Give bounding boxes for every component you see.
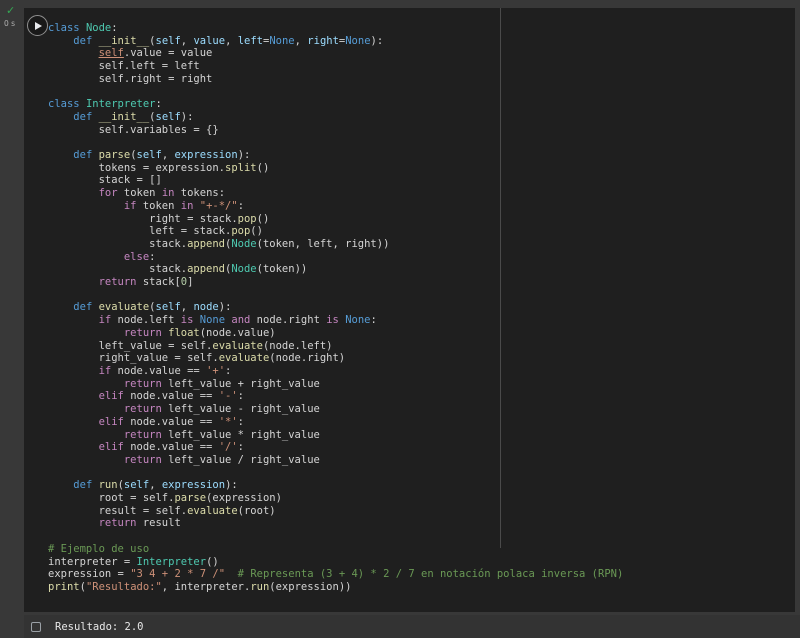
cell-gutter: ✓ 0 s [0,0,24,638]
check-icon: ✓ [6,4,15,17]
code-line: def __init__(self, value, left=None, rig… [48,35,623,48]
code-line: self.variables = {} [48,124,623,137]
code-area[interactable]: class Node: def __init__(self, value, le… [48,22,623,594]
code-line: return left_value * right_value [48,429,623,442]
code-line: stack.append(Node(token, left, right)) [48,238,623,251]
code-line: class Node: [48,22,623,35]
code-line [48,289,623,302]
code-line: result = self.evaluate(root) [48,505,623,518]
code-line: expression = "3 4 + 2 * 7 /" # Represent… [48,568,623,581]
code-line [48,86,623,99]
output-area: Resultado: 2.0 [24,615,800,638]
code-line: elif node.value == '-': [48,390,623,403]
code-line: elif node.value == '*': [48,416,623,429]
output-terminal-icon [31,622,41,632]
execution-duration: 0 s [4,19,15,28]
code-line: else: [48,251,623,264]
code-line [48,467,623,480]
code-line: return left_value - right_value [48,403,623,416]
code-line: return stack[0] [48,276,623,289]
code-line: def run(self, expression): [48,479,623,492]
code-line: if token in "+-*/": [48,200,623,213]
code-line: def parse(self, expression): [48,149,623,162]
code-line: class Interpreter: [48,98,623,111]
code-line: right = stack.pop() [48,213,623,226]
code-line: self.left = left [48,60,623,73]
code-line: return left_value / right_value [48,454,623,467]
code-line: tokens = expression.split() [48,162,623,175]
code-line: stack.append(Node(token)) [48,263,623,276]
code-line: return result [48,517,623,530]
code-line: for token in tokens: [48,187,623,200]
code-line: return left_value + right_value [48,378,623,391]
code-line: def __init__(self): [48,111,623,124]
code-line: self.value = value [48,47,623,60]
code-line: root = self.parse(expression) [48,492,623,505]
code-line [48,136,623,149]
code-line: # Ejemplo de uso [48,543,623,556]
code-line: stack = [] [48,174,623,187]
code-line: self.right = right [48,73,623,86]
play-icon [35,22,42,30]
code-line: right_value = self.evaluate(node.right) [48,352,623,365]
code-line: elif node.value == '/': [48,441,623,454]
code-line: print("Resultado:", interpreter.run(expr… [48,581,623,594]
code-line: left_value = self.evaluate(node.left) [48,340,623,353]
run-cell-button[interactable] [27,15,48,36]
code-line: if node.left is None and node.right is N… [48,314,623,327]
output-text: Resultado: 2.0 [55,621,144,633]
code-line: left = stack.pop() [48,225,623,238]
code-line: return float(node.value) [48,327,623,340]
code-line [48,530,623,543]
code-line: def evaluate(self, node): [48,301,623,314]
code-line: if node.value == '+': [48,365,623,378]
code-line: interpreter = Interpreter() [48,556,623,569]
code-cell: class Node: def __init__(self, value, le… [24,8,795,612]
